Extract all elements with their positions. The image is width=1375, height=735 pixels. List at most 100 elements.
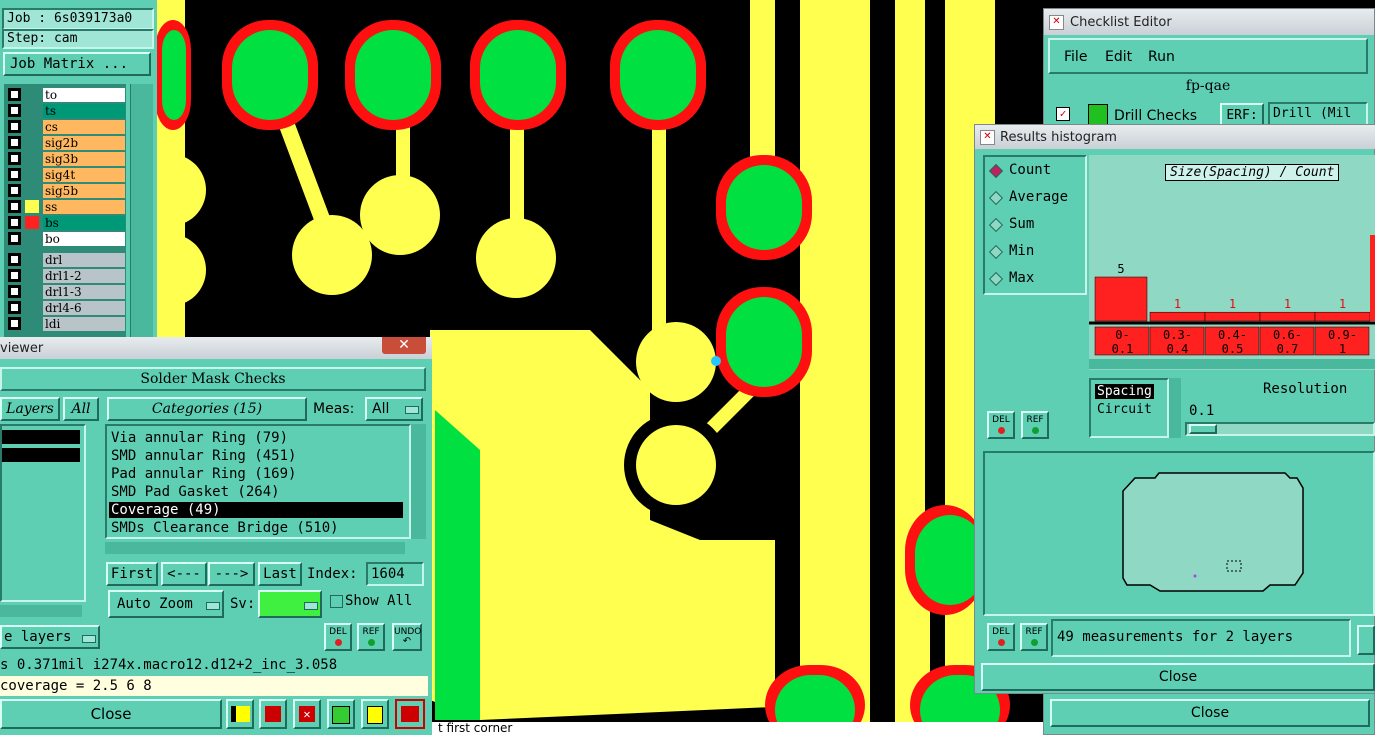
tool-icon-3[interactable]: ✕ — [293, 699, 321, 729]
layer-checkbox[interactable] — [8, 301, 21, 314]
mode-radio-count[interactable]: Count — [988, 161, 1083, 181]
layer-checkbox[interactable] — [8, 168, 21, 181]
resolution-slider[interactable] — [1185, 422, 1375, 436]
hist-del-button[interactable]: DEL — [987, 411, 1015, 439]
del-button[interactable]: DEL — [324, 623, 352, 651]
menu-edit[interactable]: Edit — [1105, 49, 1132, 65]
last-button[interactable]: Last — [258, 562, 302, 586]
categories-header[interactable]: Categories (15) — [107, 397, 307, 421]
categories-vscroll[interactable] — [411, 424, 426, 539]
layer-row[interactable]: drl1-3 — [8, 285, 126, 300]
layers-dropdown[interactable]: e layers — [0, 625, 100, 649]
category-item[interactable]: Pad annular Ring (169) — [109, 466, 403, 482]
mode-radio-average[interactable]: Average — [988, 188, 1083, 208]
radio-icon — [988, 163, 1004, 179]
meas-dropdown[interactable]: All — [365, 397, 423, 421]
mode-radio-min[interactable]: Min — [988, 242, 1083, 262]
layer-row[interactable]: bs — [8, 216, 126, 231]
layer-row[interactable]: sig5b — [8, 184, 126, 199]
layer-row[interactable]: sig3b — [8, 152, 126, 167]
viewer-close-button[interactable]: Close — [0, 699, 222, 729]
close-icon[interactable]: ✕ — [382, 337, 426, 354]
layer-checkbox[interactable] — [8, 152, 21, 165]
layer-checkbox[interactable] — [8, 253, 21, 266]
preview-ref-button[interactable]: REF — [1020, 623, 1048, 651]
index-input[interactable]: 1604 — [366, 562, 424, 586]
check-mark-icon[interactable]: ✓ — [1056, 107, 1070, 121]
layer-row[interactable]: ldi — [8, 317, 126, 332]
layer-row[interactable]: ss — [8, 200, 126, 215]
sv-color-dropdown[interactable] — [258, 590, 322, 618]
histogram-icon[interactable] — [1357, 625, 1375, 655]
auto-zoom-dropdown[interactable]: Auto Zoom — [108, 590, 224, 618]
checklist-name: fp-qae — [1185, 78, 1231, 94]
show-all-checkbox[interactable] — [330, 595, 343, 608]
layer-color-swatch — [25, 269, 39, 282]
chart-hscroll[interactable] — [1089, 359, 1375, 369]
layer-checkbox[interactable] — [8, 120, 21, 133]
layer-checkbox[interactable] — [8, 88, 21, 101]
tool-icon-4[interactable] — [327, 699, 355, 729]
hist-ref-button[interactable]: REF — [1021, 411, 1049, 439]
layer-checkbox[interactable] — [8, 184, 21, 197]
layer-row[interactable]: drl1-2 — [8, 269, 126, 284]
layer-checkbox[interactable] — [8, 285, 21, 298]
layer-row[interactable]: cs — [8, 120, 126, 135]
slider-handle[interactable] — [1189, 424, 1217, 434]
next-button[interactable]: ---> — [208, 562, 255, 586]
layer-row[interactable]: sig2b — [8, 136, 126, 151]
first-button[interactable]: First — [106, 562, 158, 586]
histogram-bar[interactable] — [1204, 311, 1261, 322]
checklist-close-button[interactable]: Close — [1050, 699, 1370, 727]
hist-type-scroll[interactable] — [1169, 378, 1181, 438]
board-preview[interactable] — [983, 451, 1375, 616]
layer-row[interactable]: drl — [8, 253, 126, 268]
layer-row[interactable]: ts — [8, 104, 126, 119]
layer-checkbox[interactable] — [8, 269, 21, 282]
auto-zoom-label: Auto Zoom — [117, 596, 193, 612]
layers-list-row[interactable] — [2, 448, 80, 462]
histogram-bar[interactable] — [1259, 311, 1316, 322]
layers-header[interactable]: Layers — [0, 397, 60, 421]
histogram-bar[interactable] — [1314, 311, 1371, 322]
menu-run[interactable]: Run — [1148, 49, 1175, 65]
ref-button[interactable]: REF — [357, 623, 385, 651]
category-item[interactable]: Via annular Ring (79) — [109, 430, 403, 446]
layer-row[interactable]: drl4-6 — [8, 301, 126, 316]
layer-checkbox[interactable] — [8, 216, 21, 229]
category-item[interactable]: SMD Pad Gasket (264) — [109, 484, 403, 500]
layer-checkbox[interactable] — [8, 136, 21, 149]
histogram-close-button[interactable]: Close — [981, 663, 1375, 691]
menu-file[interactable]: File — [1064, 49, 1087, 65]
layer-checkbox[interactable] — [8, 200, 21, 213]
tool-icon-5[interactable] — [361, 699, 389, 729]
layers-all-button[interactable]: All — [63, 397, 99, 421]
histogram-bar[interactable] — [1094, 276, 1148, 322]
layer-row[interactable]: sig4t — [8, 168, 126, 183]
layer-checkbox[interactable] — [8, 104, 21, 117]
category-item[interactable]: Coverage (49) — [109, 502, 403, 518]
preview-del-button[interactable]: DEL — [987, 623, 1015, 651]
layer-row[interactable]: bo — [8, 232, 126, 247]
layer-row[interactable]: to — [8, 88, 126, 103]
viewer-title: viewer — [0, 341, 44, 356]
layers-hscroll[interactable] — [0, 605, 82, 617]
layers-list-row[interactable] — [2, 430, 80, 444]
tool-icon-1[interactable] — [226, 699, 254, 729]
category-item[interactable]: SMDs Clearance Bridge (510) — [109, 520, 403, 536]
layer-checkbox[interactable] — [8, 317, 21, 330]
circuit-item[interactable]: Circuit — [1095, 402, 1154, 417]
mode-radio-sum[interactable]: Sum — [988, 215, 1083, 235]
categories-hscroll[interactable] — [105, 542, 405, 554]
histogram-bar[interactable] — [1149, 311, 1206, 322]
tool-icon-2[interactable] — [259, 699, 287, 729]
layer-checkbox[interactable] — [8, 232, 21, 245]
histogram-icon[interactable] — [395, 699, 425, 729]
undo-button[interactable]: UNDO ↶ — [392, 623, 422, 651]
job-matrix-button[interactable]: Job Matrix ... — [3, 52, 151, 76]
mode-radio-max[interactable]: Max — [988, 269, 1083, 289]
spacing-item[interactable]: Spacing — [1095, 384, 1154, 399]
category-item[interactable]: SMD annular Ring (451) — [109, 448, 403, 464]
prev-button[interactable]: <--- — [161, 562, 207, 586]
layer-scrollbar[interactable] — [130, 84, 153, 338]
